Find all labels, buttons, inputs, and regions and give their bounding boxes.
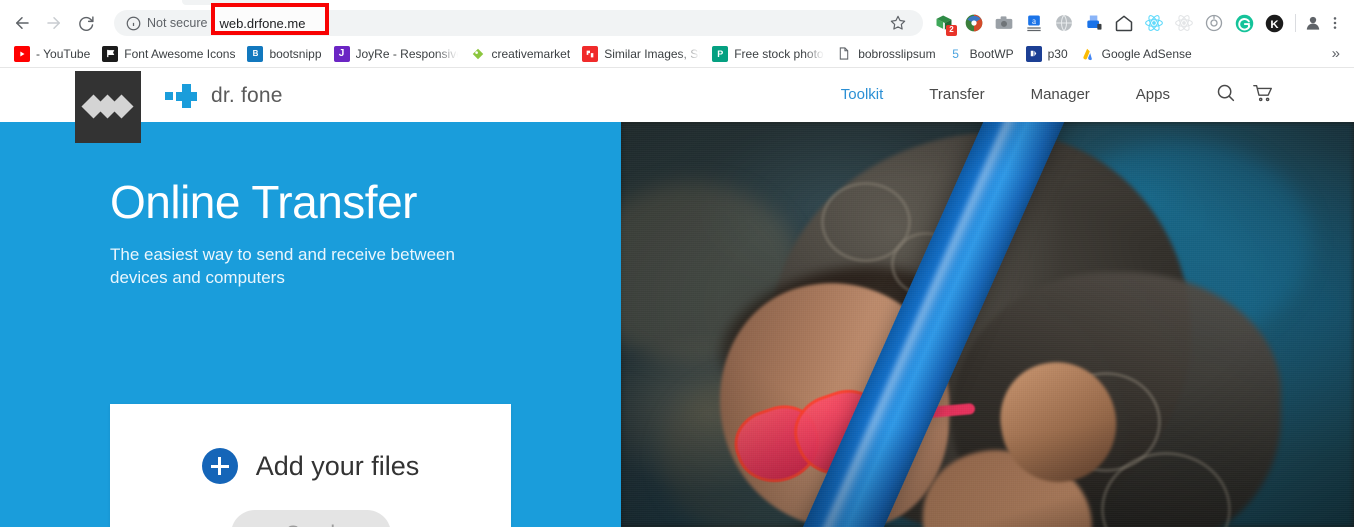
reload-icon[interactable] (72, 9, 100, 37)
target-extension-icon[interactable] (1199, 9, 1229, 37)
transfer-card: Add your files Send (110, 404, 511, 527)
star-icon[interactable] (885, 10, 911, 36)
similar-images-icon (582, 45, 599, 62)
address-bar[interactable]: Not secure web.drfone.me (114, 2, 923, 36)
page-title: Online Transfer (110, 176, 417, 228)
bookmark-font-awesome-icons[interactable]: Font Awesome Icons (96, 43, 241, 65)
amazon-assistant-extension-icon[interactable]: a (1019, 9, 1049, 37)
bootwp-icon: 5 (952, 46, 959, 61)
security-status-label: Not secure (147, 16, 208, 30)
document-icon (836, 46, 852, 62)
browser-toolbar: Not secure web.drfone.me 2 a K (0, 2, 1354, 40)
three-dot-menu-icon[interactable] (1324, 10, 1346, 36)
svg-text:K: K (1270, 18, 1279, 30)
bookmark-label: bootsnipp (269, 46, 322, 61)
add-files-label: Add your files (255, 450, 420, 481)
browser-window: Not secure web.drfone.me 2 a K - YouTube… (0, 0, 1354, 527)
bookmark-label: - YouTube (36, 46, 91, 61)
bookmark-youtube[interactable]: - YouTube (8, 43, 96, 65)
bookmark-label: BootWP (969, 46, 1014, 61)
url-text[interactable]: web.drfone.me (217, 16, 305, 31)
bookmark-label: creativemarket (491, 46, 571, 61)
nav-item-apps[interactable]: Apps (1113, 68, 1193, 122)
wondershare-w-mark (81, 94, 134, 120)
bookmark-label: bobrosslipsum (858, 46, 936, 61)
grammar-extension-icon[interactable]: 2 (929, 9, 959, 37)
bootsnipp-icon: B (247, 45, 264, 62)
bookmark-google-adsense[interactable]: Google AdSense (1074, 43, 1198, 65)
creativemarket-icon (470, 46, 486, 62)
home-extension-icon[interactable] (1109, 9, 1139, 37)
bookmark-bobrosslipsum[interactable]: bobrosslipsum (830, 43, 941, 65)
nav-item-transfer[interactable]: Transfer (906, 68, 1007, 122)
bookmark-label: Similar Images, Stock (604, 46, 700, 61)
youtube-icon (14, 45, 30, 62)
font-awesome-icon (102, 45, 119, 62)
search-icon[interactable] (1215, 82, 1236, 108)
globe-extension-icon[interactable] (1049, 9, 1079, 37)
hero-image (621, 122, 1354, 527)
bookmark-similar-images[interactable]: Similar Images, Stock (576, 43, 706, 65)
info-circle-icon[interactable] (126, 16, 141, 31)
back-arrow-icon[interactable] (8, 9, 36, 37)
react-devtools-inactive-extension-icon[interactable] (1169, 9, 1199, 37)
p30-icon (1025, 45, 1042, 62)
screenshot-camera-extension-icon[interactable] (989, 9, 1019, 37)
bookmarks-bar: - YouTube Font Awesome Icons B bootsnipp… (0, 40, 1354, 68)
forward-arrow-icon[interactable] (40, 9, 68, 37)
adsense-icon (1080, 46, 1096, 62)
hero-left-panel: Online Transfer The easiest way to send … (0, 122, 621, 527)
bookmark-bootsnipp[interactable]: B bootsnipp (241, 43, 327, 65)
bookmark-bootwp[interactable]: 5 BootWP (942, 43, 1020, 65)
bookmark-label: Font Awesome Icons (124, 46, 236, 61)
bookmark-label: Free stock photos - Pe (734, 46, 824, 61)
send-button[interactable]: Send (230, 510, 391, 527)
plus-circle-icon[interactable] (201, 448, 238, 484)
hero-photo (621, 122, 1354, 527)
hero-subtitle: The easiest way to send and receive betw… (110, 245, 455, 288)
hero-section: Online Transfer The easiest way to send … (0, 122, 1354, 527)
bookmark-label: p30 (1047, 46, 1068, 61)
toolbar-divider (1295, 14, 1296, 32)
bookmark-label: Google AdSense (1101, 46, 1192, 61)
react-devtools-extension-icon[interactable] (1139, 9, 1169, 37)
bookmark-joyre[interactable]: J JoyRe - Responsive A (328, 43, 464, 65)
bookmarks-overflow-button[interactable]: » (1326, 45, 1346, 62)
bookmark-label: JoyRe - Responsive A (355, 46, 458, 61)
extension-badge-count: 2 (946, 25, 957, 36)
bookmark-p30[interactable]: p30 (1020, 43, 1074, 65)
pexels-icon: P (712, 45, 729, 62)
grammarly-extension-icon[interactable] (1229, 9, 1259, 37)
url-area[interactable]: web.drfone.me (211, 2, 881, 35)
joyre-icon: J (333, 45, 350, 62)
photo-grain (621, 122, 1354, 527)
main-navigation: Toolkit Transfer Manager Apps (818, 68, 1274, 122)
wondershare-logo[interactable] (75, 71, 141, 143)
extensions-tray: 2 a K (929, 9, 1289, 37)
nav-item-manager[interactable]: Manager (1008, 68, 1113, 122)
drfone-cross-icon (165, 84, 201, 108)
add-files-button[interactable]: Add your files (110, 448, 511, 484)
bookmark-pexels[interactable]: P Free stock photos - Pe (706, 43, 830, 65)
bookmark-creativemarket[interactable]: creativemarket (464, 43, 577, 65)
nav-item-toolkit[interactable]: Toolkit (818, 68, 907, 122)
shopping-cart-icon[interactable] (1252, 82, 1274, 109)
color-picker-extension-icon[interactable] (959, 9, 989, 37)
svg-text:a: a (1032, 16, 1036, 26)
drfone-brand[interactable]: dr. fone (165, 84, 283, 108)
web-page: dr. fone Toolkit Transfer Manager Apps O… (0, 68, 1354, 527)
logo-square-3 (109, 94, 134, 119)
kaspersky-extension-icon[interactable]: K (1259, 9, 1289, 37)
profile-avatar-icon[interactable] (1302, 12, 1324, 34)
printer-extension-icon[interactable] (1079, 9, 1109, 37)
brand-name: dr. fone (211, 84, 283, 107)
